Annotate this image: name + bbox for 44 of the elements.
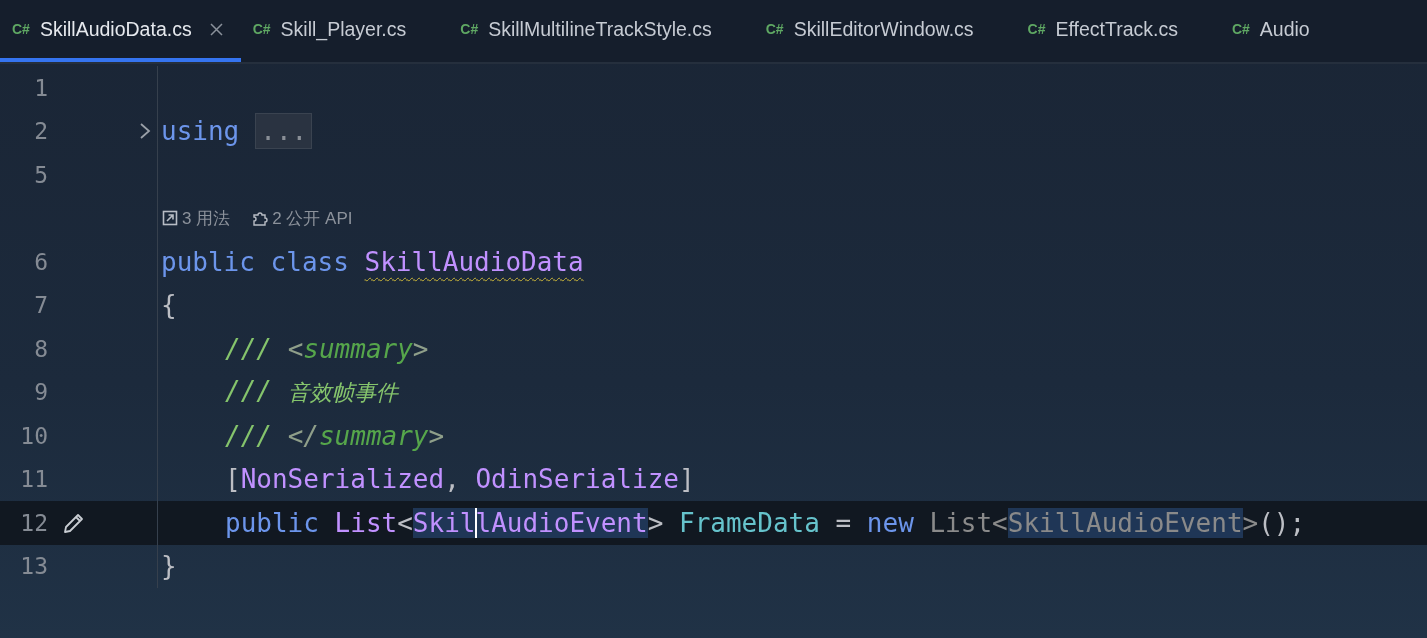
code-line: /// </summary> [224, 420, 445, 451]
csharp-file-icon: C# [765, 21, 784, 37]
code-line: /// 音效帧事件 [224, 376, 398, 409]
code-line: using ... [158, 116, 313, 147]
csharp-file-icon: C# [460, 21, 479, 37]
line-number: 13 [19, 553, 48, 580]
chevron-right-icon[interactable] [138, 122, 152, 141]
line-number: 10 [19, 422, 48, 449]
line-number: 12 [19, 509, 48, 536]
code-hint[interactable]: 3 用法 [182, 206, 231, 230]
line-number: 1 [33, 74, 48, 101]
line-number: 8 [33, 335, 48, 362]
line-number: 2 [33, 118, 48, 145]
code-line: public List<SkillAudioEvent> FrameData = new List<SkillAudioEvent>(); [224, 507, 1306, 538]
code-hint[interactable]: 2 公开 API [272, 206, 353, 230]
tab-label: Audio [1259, 17, 1310, 41]
editor-tab[interactable]: C# SkillEditorWindow.cs [753, 0, 1016, 62]
line-number: 6 [33, 248, 48, 275]
line-number: 7 [33, 292, 48, 319]
editor-tab[interactable]: C# EffectTrack.cs [1015, 0, 1220, 62]
code-line: } [160, 551, 177, 582]
editor-tab[interactable]: C# SkillAudioData.cs [0, 0, 241, 62]
arrow-box-icon [162, 210, 178, 227]
csharp-file-icon: C# [12, 21, 30, 37]
close-icon[interactable] [209, 22, 223, 36]
tab-label: SkillAudioData.cs [39, 17, 192, 41]
line-number: 5 [33, 161, 48, 188]
csharp-file-icon: C# [1027, 21, 1046, 37]
tab-label: SkillMultilineTrackStyle.cs [488, 17, 712, 41]
editor-tab[interactable]: C# Audio [1219, 0, 1352, 62]
tab-label: SkillEditorWindow.cs [793, 17, 974, 41]
code-line: /// <summary> [224, 333, 429, 364]
tab-label: Skill_Player.cs [280, 17, 407, 41]
csharp-file-icon: C# [1231, 21, 1250, 37]
editor-tab[interactable]: C# Skill_Player.cs [240, 0, 449, 62]
code-line: [NonSerialized, OdinSerialize] [224, 464, 695, 495]
line-number: 11 [19, 466, 48, 493]
code-line: public class SkillAudioData [160, 246, 584, 277]
line-number: 9 [33, 379, 48, 406]
code-line: { [160, 290, 177, 321]
editor-tab[interactable]: C# SkillMultilineTrackStyle.cs [448, 0, 754, 62]
puzzle-icon [252, 210, 269, 227]
csharp-file-icon: C# [252, 21, 271, 37]
tab-label: EffectTrack.cs [1055, 17, 1178, 41]
